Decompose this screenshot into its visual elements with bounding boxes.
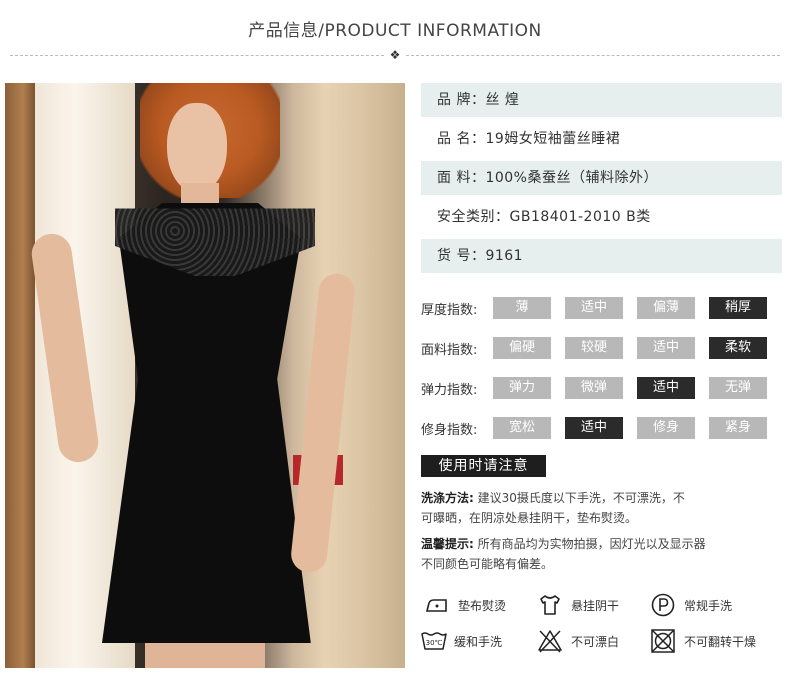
index-row: 修身指数: 宽松 适中 修身 紧身 (421, 417, 782, 439)
info-row: 安全类别：GB18401-2010 B类 (437, 209, 651, 225)
photo-arm-right (289, 271, 357, 575)
index-label: 面料指数: (421, 343, 478, 358)
care-item-notumble: 不可翻转干燥 (650, 628, 785, 654)
index-option: 适中 (565, 297, 623, 319)
hand-wash-temp: 30℃ (426, 639, 443, 647)
index-option: 适中 (637, 337, 695, 359)
index-row: 面料指数: 偏硬 较硬 适中 柔软 (421, 337, 782, 359)
index-option: 无弹 (709, 377, 767, 399)
index-row: 厚度指数: 薄适中 偏薄 稍厚 (421, 297, 782, 319)
care-item-hang: 悬挂阴干 (537, 592, 647, 618)
care-label-nobleach: 不可漂白 (571, 635, 620, 649)
care-item-handwash: 30℃ 缓和手洗 (420, 628, 530, 654)
photo-face (167, 103, 227, 193)
index-option: 弹力 (493, 377, 551, 399)
ornament-icon: ❖ (386, 47, 404, 63)
dry-clean-p-icon (651, 593, 675, 617)
index-row: 弹力指数: 弹力 微弹 适中 无弹 (421, 377, 782, 399)
index-option: 薄 (493, 297, 551, 319)
index-option: 偏硬 (493, 337, 551, 359)
care-label-notumble: 不可翻转干燥 (684, 635, 757, 649)
care-label-iron: 垫布熨烫 (458, 599, 507, 613)
info-row: 货 号：9161 (421, 239, 782, 273)
photo-doorframe (5, 83, 35, 668)
hang-dry-icon (540, 595, 560, 615)
wash-method: 洗涤方法: 建议30摄氏度以下手洗，不可漂洗，不 可曝晒，在阴凉处悬挂阴干，垫布… (421, 488, 751, 528)
product-photo (5, 83, 405, 668)
index-label: 弹力指数: (421, 383, 478, 398)
index-option: 紧身 (709, 417, 767, 439)
index-option: 适中 (565, 417, 623, 439)
index-option: 修身 (637, 417, 695, 439)
page-title: 产品信息/PRODUCT INFORMATION (248, 21, 542, 41)
tip-text-2: 不同颜色可能略有偏差。 (421, 557, 554, 571)
no-tumble-dry-icon (651, 629, 675, 653)
tip-label: 温馨提示: (421, 537, 474, 551)
index-option: 适中 (637, 377, 695, 399)
index-option: 宽松 (493, 417, 551, 439)
wash-method-text-1: 建议30摄氏度以下手洗，不可漂洗，不 (477, 491, 685, 505)
wash-method-label: 洗涤方法: (421, 491, 474, 505)
index-option: 较硬 (565, 337, 623, 359)
info-row: 面 料：100%桑蚕丝（辅料除外） (421, 161, 782, 195)
usage-notice-title: 使用时请注意 (421, 455, 546, 477)
index-option: 微弹 (565, 377, 623, 399)
hand-wash-icon: 30℃ (421, 632, 447, 650)
no-bleach-icon (538, 630, 562, 653)
index-option: 稍厚 (709, 297, 767, 319)
iron-icon (425, 599, 447, 612)
wash-method-text-2: 可曝晒，在阴凉处悬挂阴干，垫布熨烫。 (421, 511, 638, 525)
index-option: 柔软 (709, 337, 767, 359)
info-row: 品 名：19姆女短袖蕾丝睡裙 (437, 131, 621, 147)
index-label: 厚度指数: (421, 303, 478, 318)
care-item-nobleach: 不可漂白 (537, 628, 647, 654)
index-option: 偏薄 (637, 297, 695, 319)
tip: 温馨提示: 所有商品均为实物拍摄，因灯光以及显示器 不同颜色可能略有偏差。 (421, 534, 751, 574)
care-label-p: 常规手洗 (684, 599, 733, 613)
tip-text-1: 所有商品均为实物拍摄，因灯光以及显示器 (477, 537, 706, 551)
info-row: 品 牌：丝 煌 (421, 83, 782, 117)
care-label-hang: 悬挂阴干 (571, 599, 620, 613)
care-item-iron: 垫布熨烫 (424, 592, 534, 618)
care-label-handwash: 缓和手洗 (454, 635, 503, 649)
index-label: 修身指数: (421, 423, 478, 438)
care-item-p: 常规手洗 (650, 592, 770, 618)
